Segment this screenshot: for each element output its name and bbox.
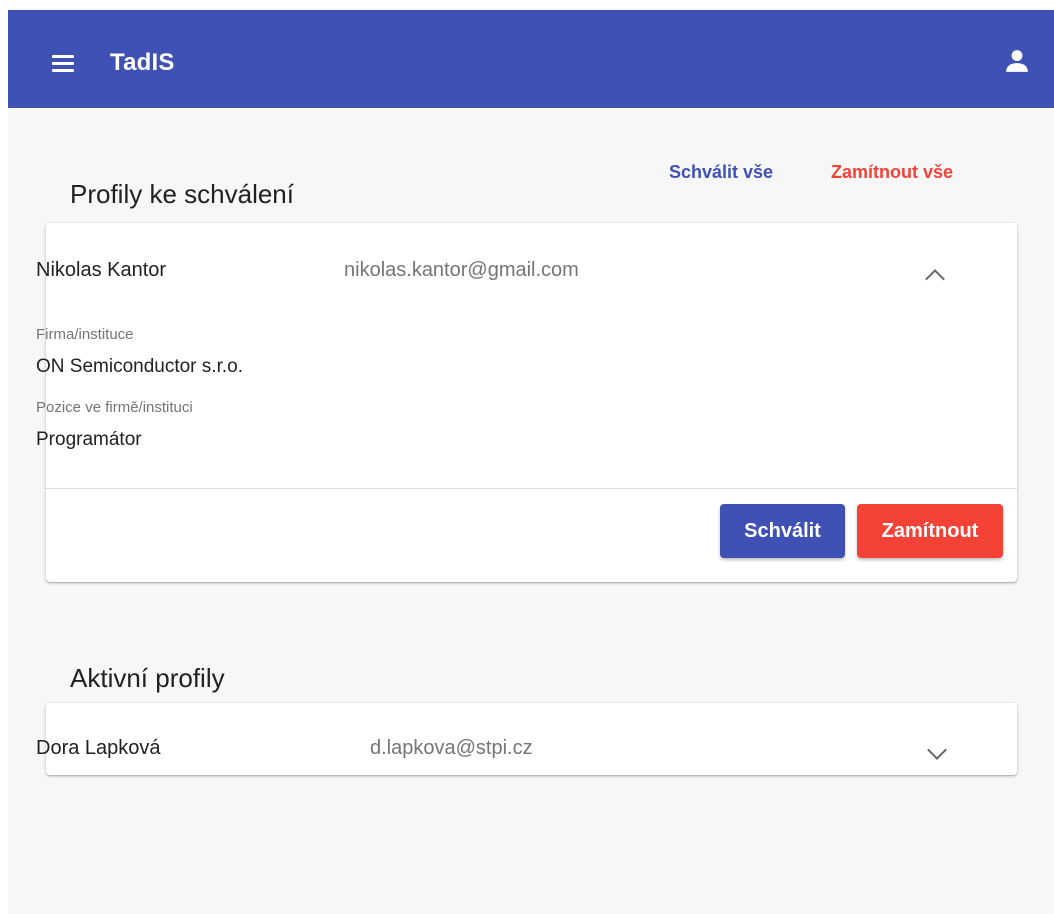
approve-all-button[interactable]: Schválit vše: [669, 161, 773, 183]
menu-icon-line: [52, 55, 74, 58]
company-label: Firma/instituce: [36, 326, 134, 343]
profile-name: Dora Lapková: [36, 737, 161, 759]
menu-icon-line: [52, 69, 74, 72]
reject-button[interactable]: Zamítnout: [857, 504, 1003, 558]
menu-icon[interactable]: [52, 55, 74, 72]
profile-email: nikolas.kantor@gmail.com: [344, 259, 579, 281]
position-label: Pozice ve firmě/instituci: [36, 399, 193, 416]
app-bar: TadIS: [8, 10, 1054, 108]
company-value: ON Semiconductor s.r.o.: [36, 356, 243, 377]
card-divider: [46, 488, 1017, 489]
pending-profiles-title: Profily ke schválení: [70, 178, 294, 209]
active-profiles-title: Aktivní profily: [70, 662, 225, 693]
reject-all-button[interactable]: Zamítnout vše: [831, 161, 953, 183]
account-icon[interactable]: [1004, 48, 1030, 74]
position-value: Programátor: [36, 429, 142, 450]
app-title: TadIS: [110, 49, 175, 76]
profile-email: d.lapkova@stpi.cz: [370, 737, 533, 759]
approve-button[interactable]: Schválit: [720, 504, 845, 558]
menu-icon-line: [52, 62, 74, 65]
profile-name: Nikolas Kantor: [36, 259, 167, 281]
